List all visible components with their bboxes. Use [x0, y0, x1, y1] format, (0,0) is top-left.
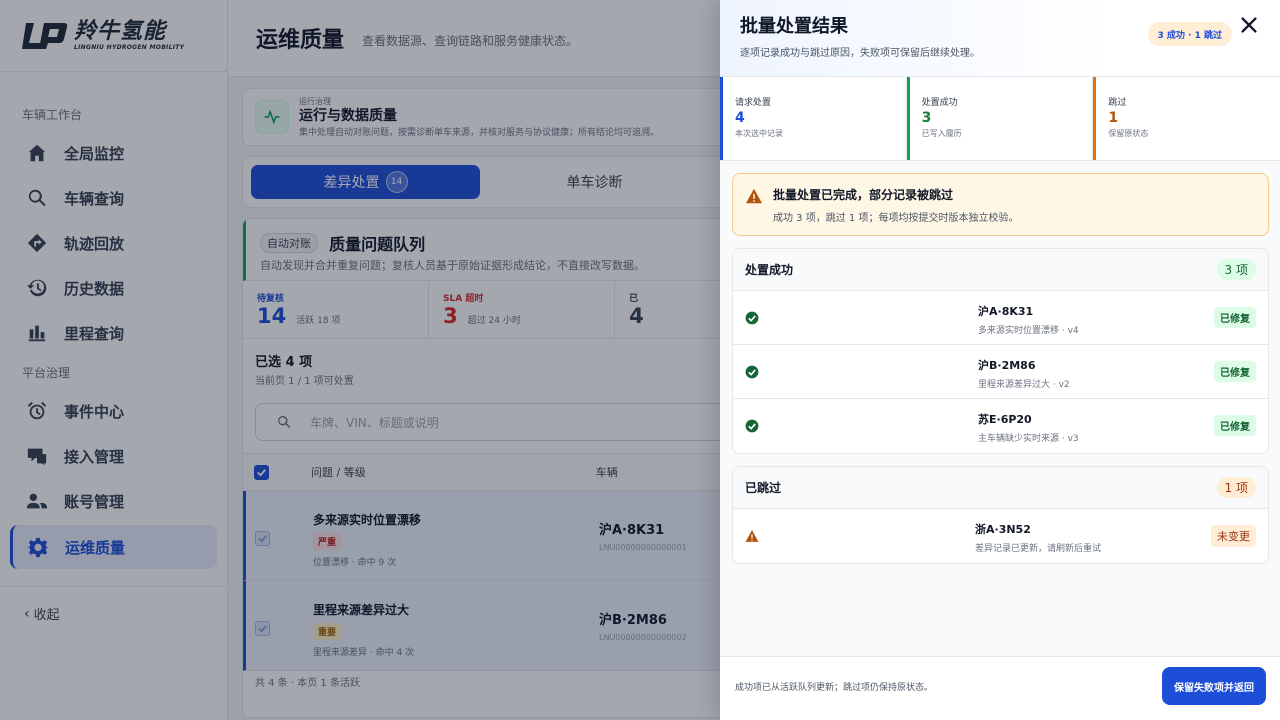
drawer-subtitle: 逐项记录成功与跳过原因，失败项可保留后继续处理。 — [740, 48, 980, 59]
item-plate: 苏E·6P20 — [978, 413, 1032, 426]
list-item: 苏E·6P20 主车辆缺少实时来源 · v3 已修复 — [733, 399, 1268, 453]
stat-label: 跳过 — [1108, 98, 1127, 108]
item-description: 多来源实时位置漂移 · v4 — [978, 326, 1079, 336]
section-count-badge: 3 项 — [1216, 259, 1256, 280]
stat-note: 本次选中记录 — [735, 129, 783, 138]
stat-note: 已写入履历 — [921, 129, 962, 138]
footer-note: 成功项已从活跃队列更新；跳过项仍保持原状态。 — [735, 683, 934, 693]
drawer-footer: 成功项已从活跃队列更新；跳过项仍保持原状态。 保留失败项并返回 — [720, 656, 1280, 720]
list-item: 浙A·3N52 差异记录已更新，请刷新后重试 未变更 — [733, 509, 1268, 563]
section-count-badge: 1 项 — [1216, 477, 1256, 498]
stat-value: 3 — [921, 110, 932, 126]
batch-result-drawer: 批量处置结果 逐项记录成功与跳过原因，失败项可保留后继续处理。 3 成功 · 1… — [720, 0, 1280, 720]
modal-backdrop[interactable] — [0, 0, 720, 720]
skipped-section: 已跳过 1 项 浙A·3N52 差异记录已更新，请刷新后重试 未变更 — [732, 466, 1269, 564]
status-badge: 已修复 — [1214, 415, 1256, 436]
alert-description: 成功 3 项，跳过 1 项；每项均按提交时版本独立校验。 — [773, 213, 1019, 224]
status-badge: 已修复 — [1214, 307, 1256, 328]
section-title: 处置成功 — [745, 263, 794, 277]
stat-note: 保留原状态 — [1108, 129, 1149, 138]
status-badge: 未变更 — [1211, 525, 1256, 547]
section-title: 已跳过 — [745, 481, 782, 495]
list-item: 沪A·8K31 多来源实时位置漂移 · v4 已修复 — [733, 291, 1268, 345]
section-header: 已跳过 1 项 — [733, 467, 1268, 509]
close-icon[interactable] — [1238, 14, 1260, 36]
drawer-header: 批量处置结果 逐项记录成功与跳过原因，失败项可保留后继续处理。 3 成功 · 1… — [720, 0, 1280, 77]
warning-icon — [745, 530, 759, 542]
list-item: 沪B·2M86 里程来源差异过大 · v2 已修复 — [733, 345, 1268, 399]
item-description: 里程来源差异过大 · v2 — [978, 380, 1070, 390]
check-circle-icon — [745, 365, 759, 379]
stat-value: 4 — [735, 110, 745, 126]
check-circle-icon — [745, 311, 759, 325]
success-section: 处置成功 3 项 沪A·8K31 多来源实时位置漂移 · v4 已修复 沪B·2… — [732, 248, 1269, 454]
alert-title: 批量处置已完成，部分记录被跳过 — [773, 188, 954, 202]
stat-skipped: 跳过 1 保留原状态 — [1093, 77, 1280, 160]
status-badge: 已修复 — [1214, 361, 1256, 382]
result-summary-badge: 3 成功 · 1 跳过 — [1147, 22, 1232, 46]
stat-value: 1 — [1108, 110, 1119, 126]
stat-succeeded: 处置成功 3 已写入履历 — [906, 77, 1094, 160]
section-header: 处置成功 3 项 — [733, 249, 1268, 291]
stat-label: 请求处置 — [735, 98, 772, 108]
check-circle-icon — [745, 419, 759, 433]
item-plate: 沪B·2M86 — [978, 359, 1036, 372]
warning-icon — [746, 188, 762, 204]
keep-failed-and-return-button[interactable]: 保留失败项并返回 — [1162, 667, 1266, 705]
drawer-stats: 请求处置 4 本次选中记录 处置成功 3 已写入履历 跳过 1 保留原状态 — [720, 77, 1280, 161]
item-plate: 浙A·3N52 — [975, 523, 1031, 536]
item-description: 主车辆缺少实时来源 · v3 — [978, 434, 1079, 444]
item-plate: 沪A·8K31 — [978, 305, 1034, 318]
stat-label: 处置成功 — [921, 98, 958, 108]
item-description: 差异记录已更新，请刷新后重试 — [975, 544, 1102, 554]
warning-alert: 批量处置已完成，部分记录被跳过 成功 3 项，跳过 1 项；每项均按提交时版本独… — [732, 173, 1269, 236]
stat-requested: 请求处置 4 本次选中记录 — [720, 77, 907, 160]
